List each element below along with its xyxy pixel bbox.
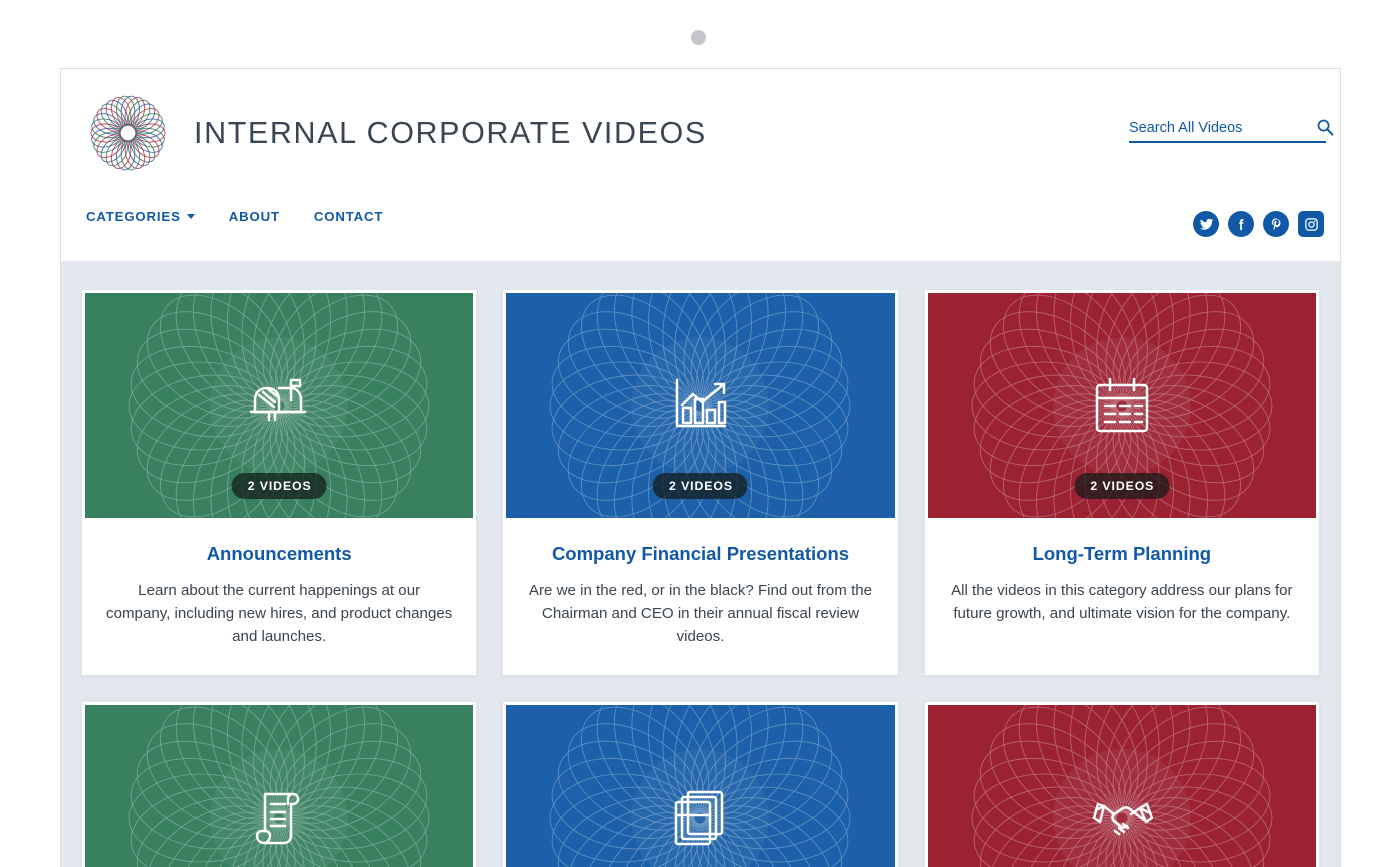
site-header: INTERNAL CORPORATE VIDEOS Categories Abo… [61, 69, 1340, 262]
search-box[interactable] [1129, 118, 1334, 143]
video-count-badge: 2 VIDEOS [231, 473, 327, 499]
scroll-icon [255, 792, 300, 844]
category-title-link[interactable]: Announcements [106, 543, 452, 565]
camera-dot-icon [691, 30, 706, 45]
handshake-icon [1092, 802, 1154, 835]
category-thumbnail[interactable]: 2 VIDEOS [927, 293, 1316, 518]
category-thumbnail[interactable]: 2 VIDEOS [85, 293, 474, 518]
nav-item-label: About [228, 209, 280, 224]
category-title-link[interactable]: Long-Term Planning [949, 543, 1295, 565]
category-card-body: Long-Term Planning All the videos in this… [925, 521, 1319, 652]
category-card-body: Announcements Learn about the current hap… [82, 521, 476, 675]
category-card-grid: 2 VIDEOS Announcements Learn about the cur… [61, 262, 1340, 867]
search-icon[interactable] [1316, 118, 1334, 136]
device-bezel-top [0, 0, 1400, 68]
chevron-down-icon [186, 214, 195, 219]
category-title-link[interactable]: Company Financial Presentations [527, 543, 873, 565]
nav-item-categories[interactable]: Categories [86, 209, 195, 224]
category-card[interactable] [502, 701, 899, 867]
browser-viewport: INTERNAL CORPORATE VIDEOS Categories Abo… [60, 68, 1341, 867]
nav-item-contact[interactable]: Contact [314, 209, 383, 224]
category-card[interactable]: 2 VIDEOS Company Financial Presentations A… [502, 289, 899, 676]
stacked-cards-icon [675, 790, 724, 845]
instagram-icon [1304, 217, 1318, 231]
category-card[interactable] [923, 701, 1320, 867]
category-thumbnail[interactable] [85, 705, 474, 867]
calendar-icon [1095, 377, 1149, 432]
category-description: Are we in the red, or in the black? Find… [528, 582, 873, 646]
category-thumbnail[interactable] [506, 705, 895, 867]
video-count-badge: 2 VIDEOS [653, 473, 748, 499]
main-nav: Categories About Contact [86, 209, 383, 224]
twitter-icon [1199, 218, 1213, 230]
page-title: INTERNAL CORPORATE VIDEOS [194, 115, 707, 150]
nav-item-about[interactable]: About [229, 209, 280, 224]
pinterest-icon [1271, 217, 1280, 230]
nav-item-label: Categories [86, 209, 181, 224]
category-card[interactable] [81, 701, 478, 867]
spirograph-logo-icon [90, 95, 166, 171]
video-count-badge: 2 VIDEOS [1074, 473, 1170, 499]
brand[interactable]: INTERNAL CORPORATE VIDEOS [85, 90, 707, 176]
facebook-link[interactable] [1228, 211, 1254, 237]
pinterest-link[interactable] [1263, 211, 1289, 237]
instagram-link[interactable] [1298, 211, 1324, 237]
social-links [1193, 211, 1324, 237]
facebook-icon [1238, 218, 1243, 230]
category-description: All the videos in this category address … [951, 582, 1293, 623]
category-card[interactable]: 2 VIDEOS Long-Term Planning All the videos… [923, 289, 1320, 676]
bar-chart-icon [676, 378, 727, 427]
search-input[interactable] [1129, 120, 1316, 136]
category-thumbnail[interactable] [927, 705, 1316, 867]
mailbox-icon [249, 378, 307, 421]
twitter-link[interactable] [1193, 211, 1219, 237]
tablet-device-frame: INTERNAL CORPORATE VIDEOS Categories Abo… [0, 0, 1400, 867]
nav-item-label: Contact [313, 209, 384, 224]
category-card[interactable]: 2 VIDEOS Announcements Learn about the cur… [81, 289, 478, 676]
category-card-body: Company Financial Presentations Are we in… [503, 521, 897, 675]
category-thumbnail[interactable]: 2 VIDEOS [506, 293, 895, 518]
category-description: Learn about the current happenings at ou… [106, 582, 453, 646]
